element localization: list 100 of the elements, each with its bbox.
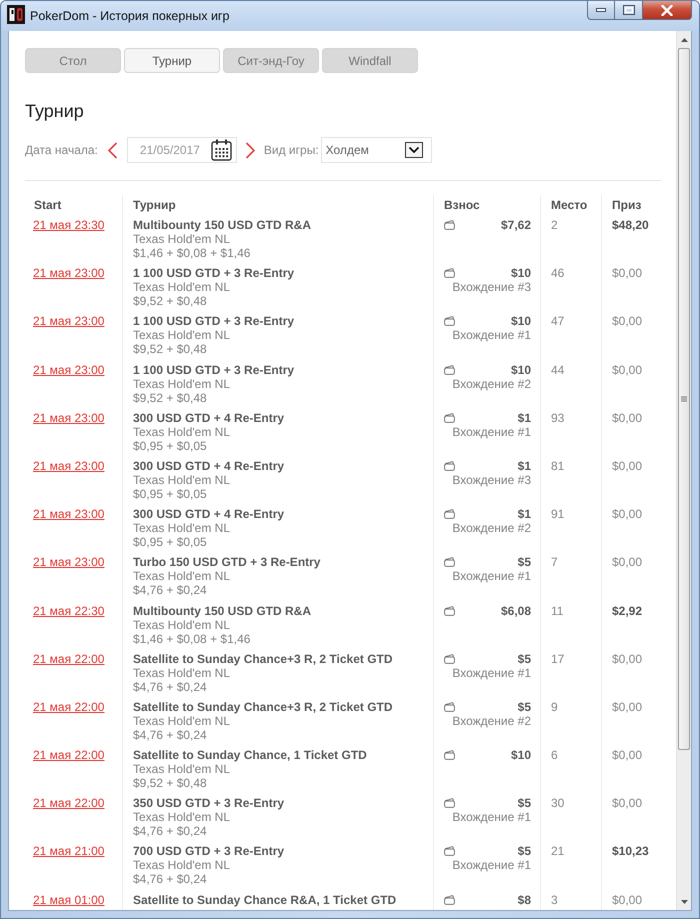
entry-number: Вхождение #2 bbox=[452, 714, 531, 728]
maximize-button[interactable] bbox=[615, 1, 643, 20]
wallet-icon bbox=[444, 894, 455, 905]
buyin-breakdown: $0,95 + $0,05 bbox=[133, 438, 207, 453]
prize: $0,00 bbox=[612, 892, 642, 907]
prize: $10,23 bbox=[612, 844, 649, 858]
tab[interactable]: Турнир bbox=[124, 48, 220, 73]
prize: $0,00 bbox=[612, 748, 642, 762]
prize: $0,00 bbox=[612, 507, 642, 522]
down-arrow-icon bbox=[680, 900, 688, 904]
close-button[interactable] bbox=[643, 1, 692, 20]
wallet-icon bbox=[444, 702, 455, 712]
column-header: Место bbox=[551, 198, 588, 212]
tournament-name: 1 100 USD GTD + 3 Re-Entry bbox=[133, 314, 294, 328]
chevron-left-icon[interactable] bbox=[106, 142, 118, 158]
start-time-link[interactable]: 21 мая 22:00 bbox=[33, 652, 104, 666]
buyin-breakdown: $9,52 + $0,48 bbox=[133, 294, 207, 308]
buyin-amount: $5 bbox=[518, 555, 531, 570]
start-time-link[interactable]: 21 мая 23:00 bbox=[33, 362, 104, 377]
buyin-amount: $6,08 bbox=[500, 604, 531, 618]
place: 2 bbox=[551, 218, 558, 232]
place: 93 bbox=[551, 410, 564, 425]
date-field[interactable]: 21/05/2017 bbox=[126, 137, 237, 163]
minimize-icon bbox=[596, 8, 606, 12]
place: 6 bbox=[551, 748, 558, 762]
wallet-icon bbox=[444, 654, 455, 664]
chevron-right-icon[interactable] bbox=[244, 142, 256, 158]
buyin-breakdown: $0,95 + $0,05 bbox=[133, 535, 207, 550]
minimize-button[interactable] bbox=[587, 1, 615, 20]
game-type: Texas Hold'em NL bbox=[133, 521, 230, 536]
place: 9 bbox=[551, 700, 558, 714]
start-time-link[interactable]: 21 мая 23:00 bbox=[33, 410, 104, 425]
entry-number: Вхождение #1 bbox=[452, 810, 531, 824]
tab[interactable]: Windfall bbox=[322, 48, 418, 73]
up-arrow-icon bbox=[680, 38, 688, 42]
prize: $2,92 bbox=[612, 604, 642, 618]
wallet-icon bbox=[444, 268, 455, 278]
start-time-link[interactable]: 21 мая 21:00 bbox=[33, 844, 104, 858]
start-time-link[interactable]: 21 мая 23:00 bbox=[33, 266, 104, 280]
start-time-link[interactable]: 21 мая 23:00 bbox=[33, 458, 104, 473]
tab[interactable]: Стол bbox=[25, 48, 121, 73]
game-type: Texas Hold'em NL bbox=[133, 858, 230, 872]
start-time-link[interactable]: 21 мая 23:30 bbox=[33, 218, 104, 232]
start-time-link[interactable]: 21 мая 22:30 bbox=[33, 604, 104, 618]
prize: $0,00 bbox=[612, 796, 642, 810]
buyin-breakdown: $4,76 + $0,24 bbox=[133, 824, 207, 838]
scrollbar[interactable] bbox=[676, 31, 691, 910]
prize: $0,00 bbox=[612, 555, 642, 570]
prize: $0,00 bbox=[612, 314, 642, 328]
start-time-link[interactable]: 21 мая 23:00 bbox=[33, 507, 104, 522]
tournament-name: Multibounty 150 USD GTD R&A bbox=[133, 604, 312, 618]
buyin-amount: $10 bbox=[510, 362, 531, 377]
close-icon bbox=[661, 4, 673, 16]
buyin-amount: $10 bbox=[510, 266, 531, 280]
start-time-link[interactable]: 21 мая 22:00 bbox=[33, 796, 104, 810]
buyin-amount: $5 bbox=[518, 700, 531, 714]
dropdown-icon[interactable] bbox=[404, 142, 423, 158]
start-time-link[interactable]: 21 мая 01:00 bbox=[33, 892, 104, 907]
entry-number: Вхождение #1 bbox=[452, 328, 531, 342]
wallet-icon bbox=[444, 606, 455, 616]
entry-number: Вхождение #3 bbox=[452, 280, 531, 294]
game-type: Texas Hold'em NL bbox=[133, 569, 230, 584]
entry-number: Вхождение #1 bbox=[452, 666, 531, 680]
buyin-amount: $10 bbox=[510, 748, 531, 762]
buyin-breakdown: $4,76 + $0,24 bbox=[133, 680, 207, 694]
buyin-amount: $1 bbox=[518, 507, 531, 522]
start-time-link[interactable]: 21 мая 23:00 bbox=[33, 314, 104, 328]
tournament-name: Multibounty 150 USD GTD R&A bbox=[133, 218, 312, 232]
column-header: Start bbox=[34, 198, 62, 212]
buyin-amount: $5 bbox=[518, 796, 531, 810]
start-time-link[interactable]: 21 мая 22:00 bbox=[33, 700, 104, 714]
column-header: Приз bbox=[612, 198, 642, 212]
entry-number: Вхождение #3 bbox=[452, 472, 531, 487]
tournament-name: 700 USD GTD + 3 Re-Entry bbox=[133, 844, 284, 858]
start-time-link[interactable]: 21 мая 23:00 bbox=[33, 555, 104, 570]
tournament-name: 350 USD GTD + 3 Re-Entry bbox=[133, 796, 284, 810]
wallet-icon bbox=[444, 316, 455, 326]
game-type: Texas Hold'em NL bbox=[133, 810, 230, 824]
place: 91 bbox=[551, 507, 564, 522]
game-select[interactable]: Холдем bbox=[320, 137, 432, 163]
tournament-name: 300 USD GTD + 4 Re-Entry bbox=[133, 458, 284, 473]
game-type-label: Вид игры: bbox=[264, 143, 319, 157]
start-time-link[interactable]: 21 мая 22:00 bbox=[33, 748, 104, 762]
buyin-breakdown: $1,46 + $0,08 + $1,46 bbox=[133, 632, 250, 646]
game-type: Texas Hold'em NL bbox=[133, 666, 230, 680]
prize: $0,00 bbox=[612, 458, 642, 473]
wallet-icon bbox=[444, 846, 455, 856]
game-type: Texas Hold'em NL bbox=[133, 424, 230, 439]
logo-icon bbox=[7, 5, 25, 24]
tab[interactable]: Сит-энд-Гоу bbox=[223, 48, 319, 73]
game-type: Texas Hold'em NL bbox=[133, 762, 230, 776]
tournament-name: Satellite to Sunday Chance+3 R, 2 Ticket GTD bbox=[133, 652, 393, 666]
buyin-amount: $1 bbox=[518, 458, 531, 473]
entry-number: Вхождение #1 bbox=[452, 858, 531, 872]
buyin-amount: $10 bbox=[510, 314, 531, 328]
entry-number: Вхождение #1 bbox=[452, 424, 531, 439]
tournament-name: Satellite to Sunday Chance+3 R, 2 Ticket GTD bbox=[133, 700, 393, 714]
calendar-icon[interactable] bbox=[210, 139, 232, 161]
buyin-breakdown: $1,46 + $0,08 + $1,46 bbox=[133, 246, 250, 260]
scrollbar-thumb[interactable] bbox=[678, 48, 690, 750]
